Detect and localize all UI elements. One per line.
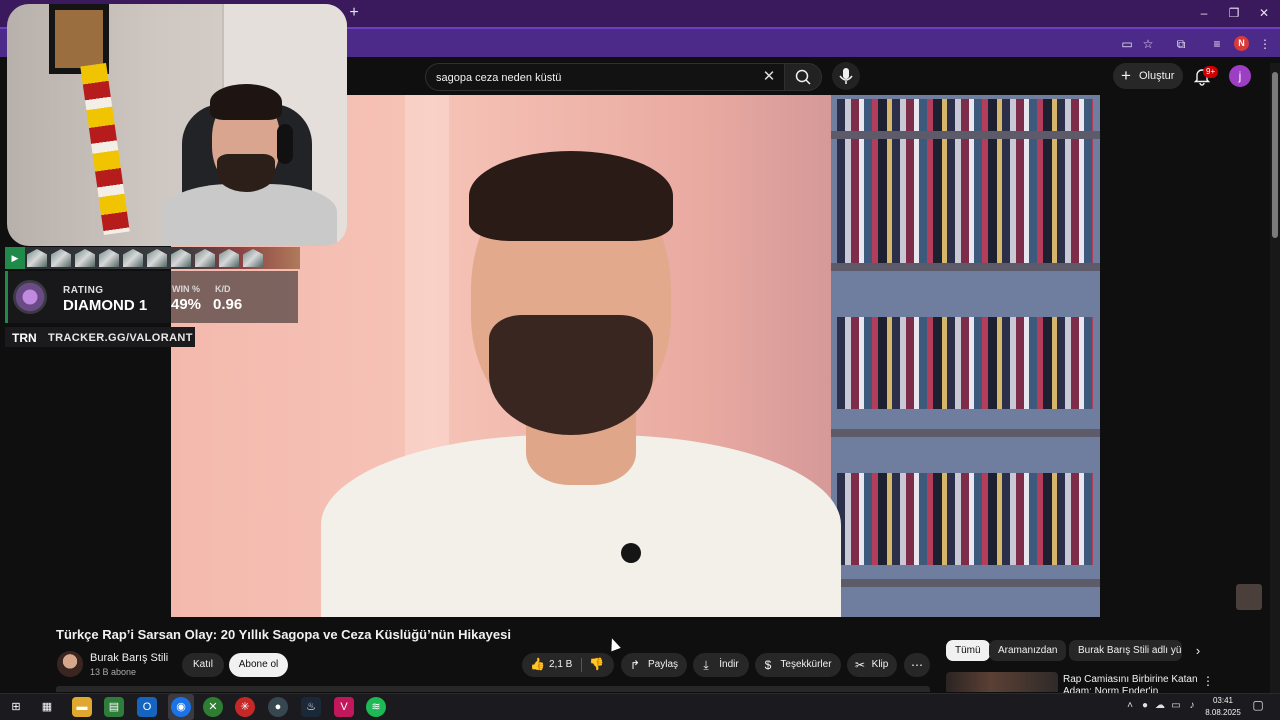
video-bookshelf (831, 95, 1100, 617)
super-thanks-icon: $ (764, 658, 772, 672)
bookmark-star-icon[interactable]: ☆ (1139, 35, 1157, 53)
match-agent-icon (171, 249, 191, 267)
video-title: Türkçe Rap’i Sarsan Olay: 20 Yıllık Sago… (56, 627, 511, 642)
account-avatar[interactable]: j (1229, 65, 1251, 87)
subscriber-count: 13 B abone (90, 667, 137, 677)
download-icon: ⤓ (703, 658, 709, 672)
steam-icon[interactable]: ♨ (301, 697, 321, 717)
clear-search-icon[interactable]: ✕ (758, 67, 780, 87)
like-divider (581, 658, 582, 672)
kd-label: K/D (215, 284, 231, 294)
recommended-video-title[interactable]: Rap Camiasını Birbirine Katan Adam: Norm… (1063, 674, 1198, 694)
kebab-menu-icon[interactable]: ⋮ (1202, 674, 1214, 688)
more-actions-button[interactable]: ⋯ (904, 653, 930, 677)
scrollbar-thumb[interactable] (1272, 72, 1278, 238)
match-agent-icon (243, 249, 263, 267)
mouse-cursor-icon (607, 636, 621, 652)
kd-value: 0.96 (213, 296, 243, 313)
notification-center-icon[interactable]: ▢ (1252, 699, 1264, 711)
obs-icon[interactable]: ● (268, 697, 288, 717)
search-box (425, 63, 785, 91)
spotify-icon[interactable]: ≋ (366, 697, 386, 717)
chip-all[interactable]: Tümü (946, 640, 990, 661)
headphones-icon (277, 124, 293, 164)
subscribe-button[interactable]: Abone ol (229, 653, 288, 677)
app-red-icon[interactable]: ✳ (235, 697, 255, 717)
trn-logo: TRN (12, 331, 37, 345)
match-agent-icon (147, 249, 167, 267)
win-percent-label: WIN % (172, 284, 200, 294)
share-arrow-icon: ↱ (629, 658, 641, 672)
task-view-icon[interactable]: ▦ (37, 697, 57, 717)
match-agent-icon (99, 249, 119, 267)
rating-value: DIAMOND 1 (63, 297, 148, 314)
tray-volume-icon[interactable]: ♪ (1186, 700, 1198, 712)
match-agent-icon (27, 249, 47, 267)
cast-icon[interactable]: ▭ (1118, 35, 1136, 53)
match-agent-icon (123, 249, 143, 267)
like-count[interactable]: 2,1 B (549, 659, 572, 670)
tray-mic-icon[interactable]: ● (1139, 700, 1151, 712)
scissors-icon: ✂ (854, 658, 866, 672)
browser-menu-icon[interactable]: ⋮ (1256, 35, 1274, 53)
tray-chevron-up-icon[interactable]: ˄ (1124, 700, 1136, 712)
chevron-right-icon[interactable]: › (1190, 641, 1206, 661)
new-tab-button[interactable]: + (346, 4, 362, 22)
search-icon (795, 69, 811, 85)
thumbs-up-icon[interactable]: 👍 (530, 657, 545, 671)
outlook-icon[interactable]: O (137, 697, 157, 717)
taskbar-clock-time[interactable]: 03:41 (1205, 696, 1241, 705)
voice-search-button[interactable] (832, 62, 860, 90)
diamond-rank-icon (13, 280, 47, 314)
search-input[interactable] (436, 69, 756, 87)
extensions-icon[interactable]: ⧉ (1172, 35, 1190, 53)
media-controls-icon[interactable]: ≡ (1208, 35, 1226, 53)
calendar-app-icon[interactable]: ▤ (104, 697, 124, 717)
match-agent-icon (219, 249, 239, 267)
browser-profile-avatar[interactable]: N (1234, 36, 1249, 51)
taskbar-clock-date[interactable]: 8.08.2025 (1203, 708, 1243, 717)
channel-avatar[interactable] (57, 651, 83, 677)
plus-icon: + (1121, 66, 1131, 85)
minimize-button[interactable]: – (1192, 4, 1216, 22)
chip-from-your-search[interactable]: Aramanızdan (989, 640, 1067, 661)
windows-start-icon[interactable]: ⊞ (6, 697, 26, 717)
microphone-icon (839, 68, 853, 84)
notifications-badge: 9+ (1203, 66, 1219, 78)
rating-label: RATING (63, 285, 104, 296)
join-button[interactable]: Katıl (182, 653, 224, 677)
streamer-webcam (7, 4, 347, 246)
recommended-video-thumbnail[interactable] (946, 672, 1058, 692)
search-button[interactable] (784, 63, 822, 91)
win-percent-value: 49% (171, 296, 202, 313)
video-person-hair (469, 151, 673, 241)
xbox-icon[interactable]: ✕ (203, 697, 223, 717)
video-person-beard (489, 315, 653, 435)
tray-cloud-icon[interactable]: ☁ (1154, 700, 1166, 712)
match-agent-icon (75, 249, 95, 267)
valorant-icon[interactable]: V (334, 697, 354, 717)
play-icon: ▶ (5, 247, 25, 269)
lavalier-mic-icon (621, 543, 641, 563)
match-agent-icon (195, 249, 215, 267)
match-history-strip (5, 247, 300, 269)
chip-channel-uploads[interactable]: Burak Barış Stili adlı yüklemeler (1069, 640, 1182, 661)
channel-watermark[interactable] (1236, 584, 1262, 610)
chrome-icon[interactable]: ◉ (171, 697, 191, 717)
file-explorer-icon[interactable]: ▬ (72, 697, 92, 717)
close-window-button[interactable]: ✕ (1252, 4, 1276, 22)
match-agent-icon (51, 249, 71, 267)
channel-name[interactable]: Burak Barış Stili (90, 652, 168, 664)
restore-button[interactable]: ❐ (1222, 4, 1246, 22)
thumbs-down-icon[interactable]: 👎 (589, 657, 604, 671)
tray-network-icon[interactable]: ▭ (1170, 700, 1182, 712)
tracker-url: TRACKER.GG/VALORANT (48, 332, 193, 344)
description-box[interactable] (56, 686, 930, 692)
